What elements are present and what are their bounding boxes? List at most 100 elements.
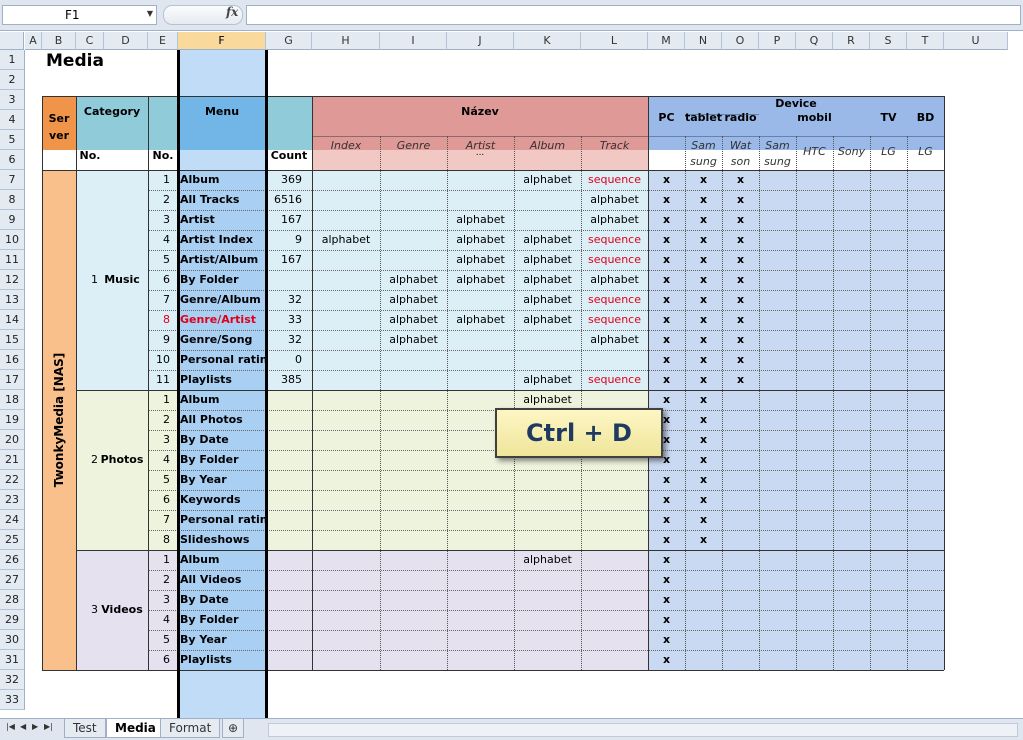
column-header-g[interactable]: G	[266, 32, 312, 50]
name-box[interactable]: F1 ▼	[2, 5, 157, 25]
row-header[interactable]: 1	[0, 50, 25, 70]
sheet-tab-test[interactable]: Test	[64, 719, 106, 738]
column-header-e[interactable]: E	[148, 32, 178, 50]
select-all-corner[interactable]	[0, 32, 24, 50]
next-sheet-icon[interactable]: ▶	[32, 722, 38, 731]
row-no: 2	[163, 193, 170, 206]
column-header-b[interactable]: B	[42, 32, 76, 50]
column-header-u[interactable]: U	[944, 32, 1008, 50]
table-row[interactable]: 4 Artist Index 9 alphabet alphabet alphabet se…	[148, 230, 944, 250]
row-header[interactable]: 27	[0, 570, 25, 590]
column-header-q[interactable]: Q	[796, 32, 833, 50]
row-header[interactable]: 29	[0, 610, 25, 630]
worksheet-grid[interactable]: Media Ser ver Category No. No. Menu Count Název…	[25, 50, 1023, 718]
column-header-k[interactable]: K	[514, 32, 581, 50]
row-header[interactable]: 19	[0, 410, 25, 430]
table-row[interactable]: 9 Genre/Song 32 alphabet alphabet x x x	[148, 330, 944, 350]
table-row[interactable]: 3 By Date x	[148, 590, 944, 610]
row-header[interactable]: 14	[0, 310, 25, 330]
table-row[interactable]: 7 Personal rating x x	[148, 510, 944, 530]
album-cell	[514, 570, 581, 590]
row-header[interactable]: 13	[0, 290, 25, 310]
table-row[interactable]: 11 Playlists 385 alphabet sequence x x x	[148, 370, 944, 390]
row-header[interactable]: 16	[0, 350, 25, 370]
column-header-f[interactable]: F	[178, 32, 266, 50]
row-header[interactable]: 30	[0, 630, 25, 650]
row-header[interactable]: 11	[0, 250, 25, 270]
row-header[interactable]: 3	[0, 90, 25, 110]
row-header[interactable]: 28	[0, 590, 25, 610]
menu-cell: By Year	[180, 633, 227, 646]
row-header[interactable]: 23	[0, 490, 25, 510]
column-header-a[interactable]: A	[25, 32, 42, 50]
column-header-j[interactable]: J	[447, 32, 514, 50]
row-header[interactable]: 26	[0, 550, 25, 570]
column-header-s[interactable]: S	[870, 32, 907, 50]
table-row[interactable]: 3 Artist 167 alphabet alphabet x x x	[148, 210, 944, 230]
index-cell	[312, 330, 380, 350]
row-header[interactable]: 6	[0, 150, 25, 170]
row-header[interactable]: 22	[0, 470, 25, 490]
row-header[interactable]: 15	[0, 330, 25, 350]
row-header[interactable]: 25	[0, 530, 25, 550]
row-header[interactable]: 9	[0, 210, 25, 230]
table-row[interactable]: 5 By Year x	[148, 630, 944, 650]
table-row[interactable]: 7 Genre/Album 32 alphabet alphabet sequence x x…	[148, 290, 944, 310]
table-row[interactable]: 10 Personal rating 0 x x x	[148, 350, 944, 370]
sheet-tab-media[interactable]: Media	[106, 719, 165, 738]
first-sheet-icon[interactable]: |◀	[6, 722, 15, 731]
formula-input[interactable]	[246, 5, 1021, 25]
row-header[interactable]: 17	[0, 370, 25, 390]
table-row[interactable]: 6 By Folder alphabet alphabet alphabet alphab…	[148, 270, 944, 290]
row-header[interactable]: 12	[0, 270, 25, 290]
column-header-l[interactable]: L	[581, 32, 648, 50]
pc-flag: x	[662, 253, 671, 266]
row-header[interactable]: 21	[0, 450, 25, 470]
chevron-down-icon[interactable]: ▼	[147, 9, 153, 18]
table-row[interactable]: 4 By Folder x	[148, 610, 944, 630]
column-header-c[interactable]: C	[76, 32, 104, 50]
column-header-r[interactable]: R	[833, 32, 870, 50]
row-header[interactable]: 20	[0, 430, 25, 450]
row-header[interactable]: 8	[0, 190, 25, 210]
row-header[interactable]: 33	[0, 690, 25, 710]
table-row[interactable]: 8 Slideshows x x	[148, 530, 944, 550]
sheet-tab-format[interactable]: Format	[160, 719, 221, 738]
table-row[interactable]: 1 Album 369 alphabet sequence x x x	[148, 170, 944, 190]
table-row[interactable]: 6 Playlists x	[148, 650, 944, 670]
column-header-i[interactable]: I	[380, 32, 447, 50]
table-row[interactable]: 8 Genre/Artist 33 alphabet alphabet alphabet s…	[148, 310, 944, 330]
column-header-o[interactable]: O	[722, 32, 759, 50]
function-icon[interactable]: fx	[226, 5, 238, 19]
pc-flag: x	[662, 213, 671, 226]
row-header[interactable]: 5	[0, 130, 25, 150]
row-header[interactable]: 7	[0, 170, 25, 190]
horizontal-scrollbar[interactable]	[268, 723, 1018, 737]
insert-sheet-icon[interactable]: ⊕	[222, 719, 245, 738]
index-cell	[312, 170, 380, 190]
row-header[interactable]: 18	[0, 390, 25, 410]
table-row[interactable]: 6 Keywords x x	[148, 490, 944, 510]
column-header-t[interactable]: T	[907, 32, 944, 50]
table-row[interactable]: 5 Artist/Album 167 alphabet alphabet sequence…	[148, 250, 944, 270]
table-row[interactable]: 1 Album alphabet x	[148, 550, 944, 570]
last-sheet-icon[interactable]: ▶|	[44, 722, 53, 731]
row-header[interactable]: 2	[0, 70, 25, 90]
table-row[interactable]: 2 All Tracks 6516 alphabet x x x	[148, 190, 944, 210]
row-header[interactable]: 24	[0, 510, 25, 530]
column-header-h[interactable]: H	[312, 32, 380, 50]
column-header-n[interactable]: N	[685, 32, 722, 50]
table-row[interactable]: 2 All Videos x	[148, 570, 944, 590]
table-row[interactable]: 5 By Year x x	[148, 470, 944, 490]
column-header-d[interactable]: D	[104, 32, 148, 50]
column-header-p[interactable]: P	[759, 32, 796, 50]
row-header[interactable]: 4	[0, 110, 25, 130]
artist-cell	[447, 610, 514, 630]
row-header[interactable]: 10	[0, 230, 25, 250]
radio-flag	[722, 450, 759, 470]
table-row[interactable]: 1 Album alphabet x x	[148, 390, 944, 410]
column-header-m[interactable]: M	[648, 32, 685, 50]
row-header[interactable]: 32	[0, 670, 25, 690]
row-header[interactable]: 31	[0, 650, 25, 670]
prev-sheet-icon[interactable]: ◀	[20, 722, 26, 731]
